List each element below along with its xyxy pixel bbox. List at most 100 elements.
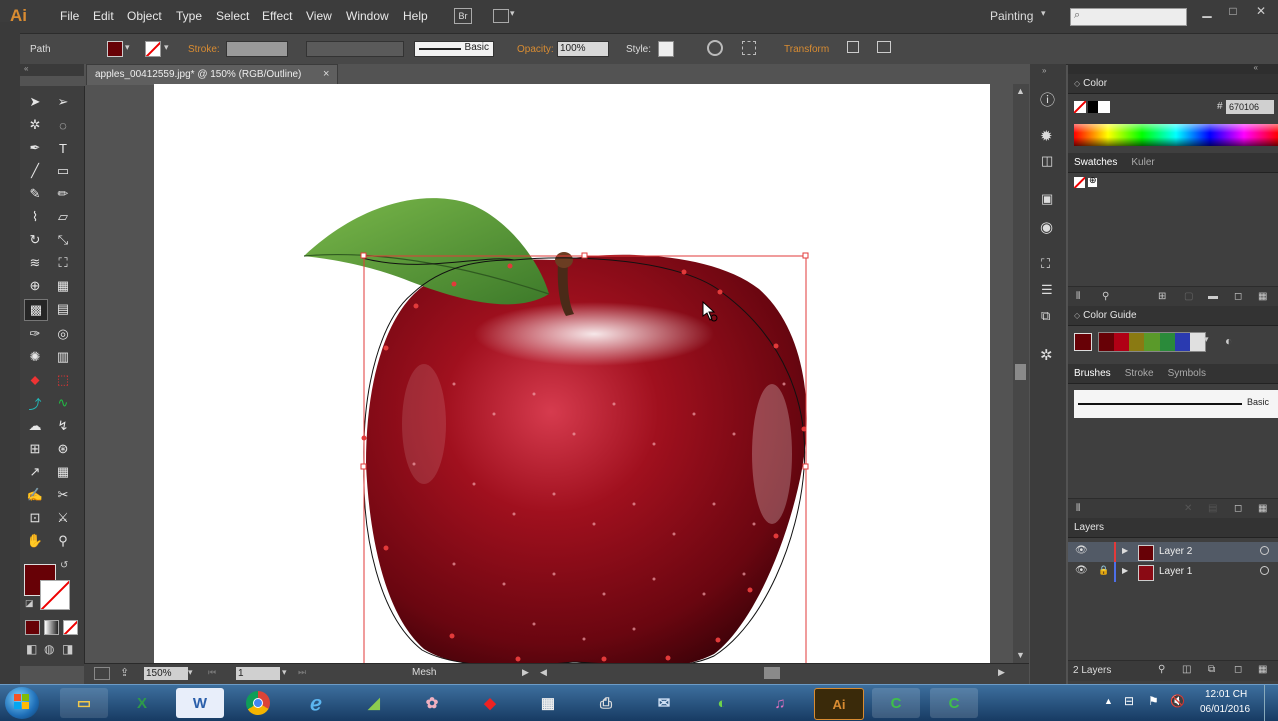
- harmony-swatch[interactable]: [1189, 333, 1205, 351]
- explorer-taskbar-icon[interactable]: ▭: [60, 688, 108, 718]
- adobe-reader-taskbar-icon[interactable]: ◆: [466, 688, 514, 718]
- tab-kuler[interactable]: Kuler: [1131, 157, 1154, 168]
- word-taskbar-icon[interactable]: W: [176, 688, 224, 718]
- eraser-tool-icon[interactable]: ▱: [52, 207, 74, 227]
- delete-layer-icon[interactable]: ▦: [1258, 664, 1267, 675]
- target-icon[interactable]: [1260, 546, 1269, 555]
- swatch-none[interactable]: [1074, 177, 1085, 188]
- selection-tool-icon[interactable]: ➤: [24, 92, 46, 112]
- lasso-tool-icon[interactable]: ◌: [52, 115, 74, 135]
- workspace-switcher[interactable]: Painting: [990, 9, 1033, 23]
- width-tool-icon[interactable]: ≋: [24, 253, 46, 273]
- knife-tool-icon[interactable]: ⚔: [52, 508, 74, 528]
- panel-menu-icon[interactable]: [877, 41, 891, 53]
- graphic-style-swatch[interactable]: [658, 41, 674, 57]
- camtasia-taskbar-icon[interactable]: C: [872, 688, 920, 718]
- symbol-sprayer-tool-icon[interactable]: ✺: [24, 347, 46, 367]
- chrome-taskbar-icon[interactable]: [234, 688, 282, 718]
- new-group-icon[interactable]: ▬: [1208, 291, 1218, 302]
- line-tool-icon[interactable]: ╱: [24, 161, 46, 181]
- chevron-down-icon[interactable]: ▾: [125, 42, 130, 53]
- scroll-down-icon[interactable]: ▼: [1016, 650, 1025, 660]
- color-mode-icon[interactable]: [25, 620, 40, 635]
- menu-file[interactable]: File: [60, 9, 79, 23]
- maximize-button[interactable]: □: [1222, 4, 1244, 20]
- twirl-tool-icon[interactable]: ↯: [52, 416, 74, 436]
- close-tab-icon[interactable]: ×: [323, 68, 329, 80]
- menu-view[interactable]: View: [306, 9, 332, 23]
- search-input[interactable]: ⌕: [1070, 8, 1187, 26]
- remove-brush-stroke-icon[interactable]: ✕: [1184, 503, 1192, 514]
- share-icon[interactable]: ⇪: [120, 666, 129, 679]
- color-group-icon[interactable]: ▢: [1184, 291, 1193, 302]
- lock-icon[interactable]: 🔒: [1098, 565, 1109, 576]
- blob-brush-tool-icon[interactable]: ⌇: [24, 207, 46, 227]
- layer-name[interactable]: Layer 1: [1159, 566, 1192, 577]
- recolor-artwork-icon[interactable]: [707, 40, 723, 56]
- clipping-mask-icon[interactable]: ◫: [1182, 664, 1191, 675]
- arrange-documents-icon[interactable]: [493, 9, 509, 23]
- transform-panel-icon[interactable]: ⛶: [1041, 256, 1050, 272]
- layer-row[interactable]: 👁 ▶ Layer 2: [1068, 542, 1278, 562]
- tab-swatches[interactable]: Swatches: [1074, 157, 1117, 168]
- swap-colors-icon[interactable]: ↺: [60, 560, 68, 571]
- volume-muted-icon[interactable]: 🔇: [1170, 694, 1185, 708]
- status-menu-icon[interactable]: ▶: [522, 667, 529, 678]
- green-app-taskbar-icon[interactable]: ◐: [698, 688, 746, 718]
- type-tool-icon[interactable]: T: [52, 138, 74, 158]
- new-swatch-icon[interactable]: ◻: [1234, 291, 1242, 302]
- action-center-icon[interactable]: ⚑: [1148, 694, 1159, 708]
- graphic-styles-icon[interactable]: ◫: [1041, 153, 1053, 169]
- collapse-dock-icon[interactable]: »: [1042, 66, 1046, 75]
- scroll-left-icon[interactable]: ◀: [540, 667, 547, 678]
- color-guide-options-icon[interactable]: ◐: [1225, 334, 1232, 348]
- delete-brush-icon[interactable]: ▦: [1258, 503, 1267, 514]
- symbols-panel-icon[interactable]: ✲: [1040, 346, 1053, 364]
- close-window-button[interactable]: ✕: [1250, 4, 1272, 20]
- network-icon[interactable]: ⊟: [1124, 694, 1134, 708]
- new-brush-icon[interactable]: ◻: [1234, 503, 1242, 514]
- horizontal-scroll-thumb[interactable]: [764, 667, 780, 679]
- shape-builder-tool-icon[interactable]: ⊕: [24, 276, 46, 296]
- menu-type[interactable]: Type: [176, 9, 202, 23]
- pencil-tool-icon[interactable]: ✏: [52, 184, 74, 204]
- color-white-swatch[interactable]: [1098, 101, 1110, 113]
- zoom-tool-icon[interactable]: ⚲: [52, 531, 74, 551]
- gradient-mode-icon[interactable]: [44, 620, 59, 635]
- column-graph-tool-icon[interactable]: ▥: [52, 347, 74, 367]
- pen-tool-icon[interactable]: ✒: [24, 138, 46, 158]
- minimize-button[interactable]: ▁: [1196, 4, 1218, 20]
- isolate-icon[interactable]: [847, 41, 859, 53]
- target-icon[interactable]: [1260, 566, 1269, 575]
- music-taskbar-icon[interactable]: ♫: [756, 688, 804, 718]
- swatch-libraries-icon[interactable]: ⫴: [1076, 291, 1080, 302]
- brushes-panel-header[interactable]: Brushes Stroke Symbols: [1068, 364, 1278, 384]
- excel-taskbar-icon[interactable]: X: [118, 688, 166, 718]
- info-icon[interactable]: ⓘ: [1040, 89, 1055, 110]
- panel-stack-header[interactable]: «: [1068, 63, 1278, 74]
- zoom-field[interactable]: 150%: [144, 667, 188, 680]
- eyedropper-tool-icon[interactable]: ✑: [24, 324, 46, 344]
- rotate-tool-icon[interactable]: ↻: [24, 230, 46, 250]
- tools-panel-header[interactable]: «: [20, 64, 84, 76]
- live-paint-bucket-tool-icon[interactable]: ⬥: [24, 370, 46, 390]
- chevron-down-icon[interactable]: ▾: [188, 667, 193, 678]
- harmony-swatch[interactable]: [1114, 333, 1130, 351]
- stroke-label[interactable]: Stroke:: [188, 44, 220, 55]
- wave-tool-icon[interactable]: ∿: [52, 393, 74, 413]
- next-artboard-icon[interactable]: ⏭: [298, 667, 306, 678]
- slice-tool-icon[interactable]: ⊞: [24, 439, 46, 459]
- menu-help[interactable]: Help: [403, 9, 428, 23]
- menu-effect[interactable]: Effect: [262, 9, 292, 23]
- scanner-taskbar-icon[interactable]: ⎙: [582, 688, 630, 718]
- harmony-rule[interactable]: [1098, 332, 1206, 352]
- color-none-swatch[interactable]: [1074, 101, 1086, 113]
- locate-object-icon[interactable]: ⚲: [1158, 664, 1165, 675]
- menu-edit[interactable]: Edit: [93, 9, 114, 23]
- color-guide-base-swatch[interactable]: [1074, 333, 1092, 351]
- transparency-icon[interactable]: ◉: [1040, 218, 1053, 236]
- paintbrush-tool-icon[interactable]: ✎: [24, 184, 46, 204]
- perspective-grid-tool-icon[interactable]: ▦: [52, 276, 74, 296]
- harmony-swatch[interactable]: [1129, 333, 1145, 351]
- color-guide-header[interactable]: ◇ Color Guide: [1068, 306, 1278, 326]
